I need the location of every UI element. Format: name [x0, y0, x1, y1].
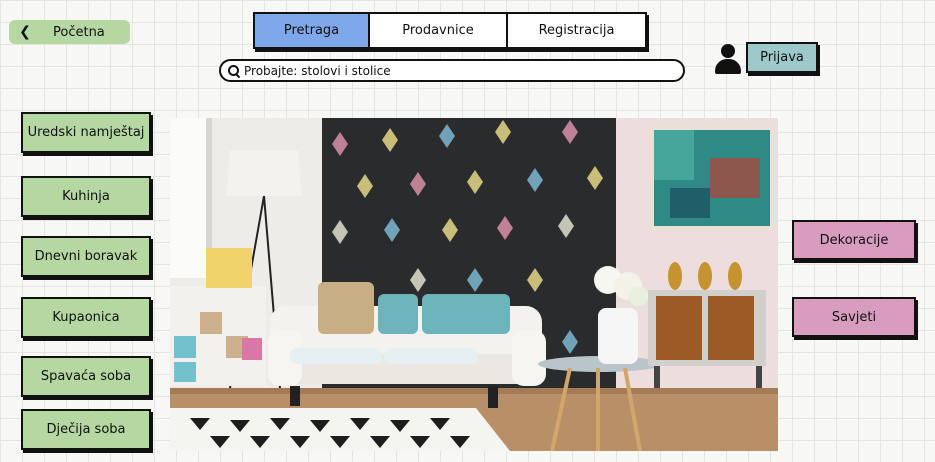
category-advice[interactable]: Savjeti — [792, 297, 916, 337]
login-button-label: Prijava — [760, 50, 804, 65]
category-kitchen[interactable]: Kuhinja — [21, 176, 151, 217]
tab-stores[interactable]: Prodavnice — [370, 14, 508, 47]
category-label: Savjeti — [831, 309, 877, 325]
category-label: Uredski namještaj — [27, 125, 145, 140]
category-living-room[interactable]: Dnevni boravak — [21, 236, 151, 277]
main-tabs: Pretraga Prodavnice Registracija — [253, 12, 647, 49]
tab-search-label: Pretraga — [283, 23, 340, 38]
back-button[interactable]: ❮ Početna — [9, 20, 130, 44]
search-input[interactable] — [244, 63, 664, 78]
category-label: Spavaća soba — [40, 369, 132, 384]
category-label: Kupaonica — [52, 310, 120, 325]
tab-registration[interactable]: Registracija — [508, 14, 645, 47]
tab-registration-label: Registracija — [538, 23, 615, 38]
category-office-furniture[interactable]: Uredski namještaj — [21, 112, 151, 153]
user-icon[interactable] — [715, 44, 741, 74]
search-icon — [227, 64, 241, 78]
category-label: Dnevni boravak — [34, 249, 138, 264]
tab-stores-label: Prodavnice — [402, 23, 474, 38]
category-bathroom[interactable]: Kupaonica — [21, 297, 151, 338]
category-decorations[interactable]: Dekoracije — [792, 220, 916, 260]
search-bar — [219, 59, 685, 82]
tab-search[interactable]: Pretraga — [255, 14, 370, 47]
category-label: Dekoracije — [819, 232, 889, 248]
living-room-illustration — [170, 118, 778, 451]
login-button[interactable]: Prijava — [746, 42, 818, 73]
chevron-left-icon: ❮ — [19, 24, 31, 40]
category-label: Kuhinja — [62, 189, 110, 204]
category-label: Dječija soba — [46, 422, 126, 437]
category-kids-room[interactable]: Dječija soba — [21, 409, 151, 450]
category-bedroom[interactable]: Spavaća soba — [21, 356, 151, 397]
living-room-photo — [170, 118, 778, 451]
back-button-label: Početna — [53, 24, 105, 40]
